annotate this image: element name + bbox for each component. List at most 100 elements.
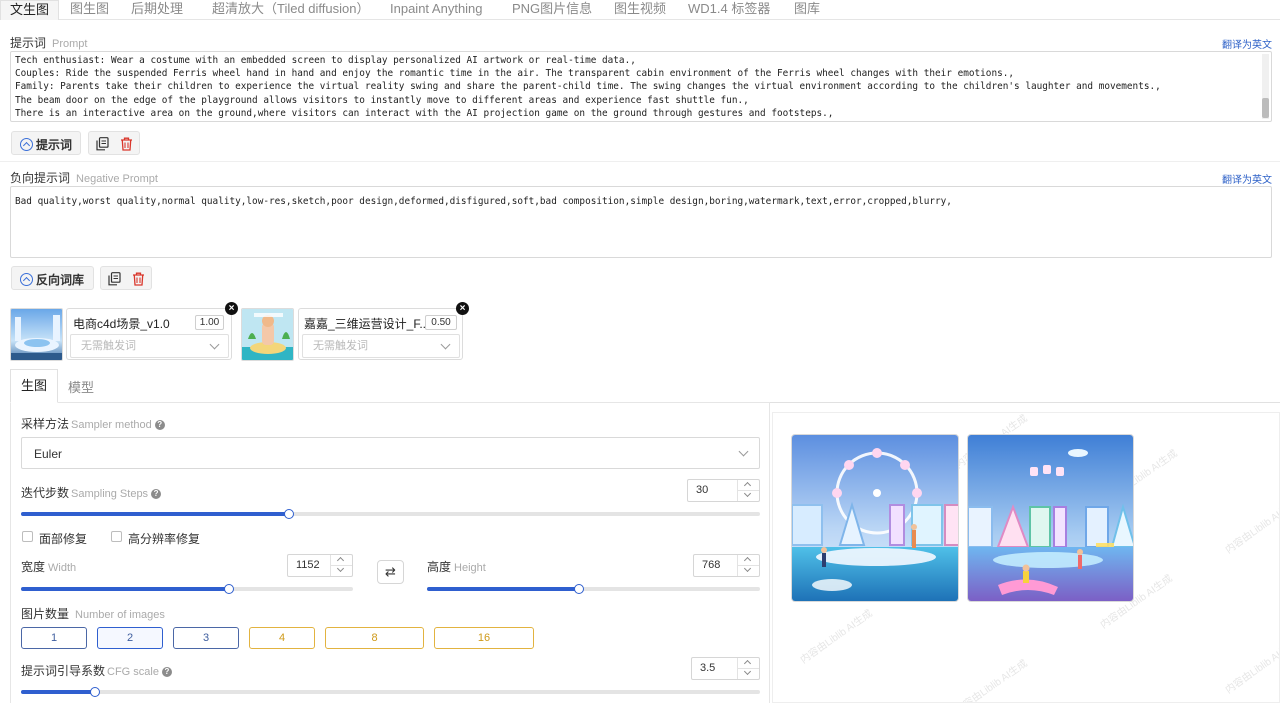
num-images-option-3[interactable]: 3 (173, 627, 239, 649)
prompt-scrollbar-thumb[interactable] (1262, 98, 1269, 118)
prompt-line: The beam door on the edge of the playgro… (15, 94, 749, 106)
tab-wd14-tagger[interactable]: WD1.4 标签器 (688, 0, 770, 19)
tab-img2video[interactable]: 图生视频 (614, 0, 666, 19)
hires-fix-checkbox[interactable] (111, 531, 122, 542)
settings-tab-model[interactable]: 模型 (68, 377, 94, 396)
steps-slider[interactable] (21, 509, 760, 519)
width-label-en: Width (48, 562, 77, 574)
height-slider-handle[interactable] (573, 584, 584, 594)
lora-trigger-placeholder: 无需触发词 (313, 340, 368, 352)
num-images-option-8[interactable]: 8 (325, 627, 424, 649)
cfg-slider[interactable] (21, 687, 760, 697)
stepper-down-icon[interactable] (738, 564, 759, 575)
tab-inpaint-anything[interactable]: Inpaint Anything (390, 0, 483, 19)
lora-thumbnail[interactable] (241, 308, 294, 361)
stepper-down-icon[interactable] (738, 667, 759, 678)
stepper-down-icon[interactable] (738, 489, 759, 500)
lora-card: 电商c4d场景_v1.0 1.00 无需触发词 (66, 308, 232, 360)
cfg-stepper[interactable] (737, 658, 759, 679)
close-icon[interactable]: × (456, 302, 469, 315)
steps-label: 迭代步数 Sampling Steps? (21, 484, 162, 501)
num-images-option-2[interactable]: 2 (97, 627, 163, 649)
stepper-up-icon[interactable] (738, 480, 759, 490)
generated-image[interactable] (967, 434, 1134, 602)
steps-input[interactable]: 30 (687, 479, 760, 502)
chevron-down-icon (209, 339, 220, 350)
num-images-option-4[interactable]: 4 (249, 627, 315, 649)
steps-label-cn: 迭代步数 (21, 486, 70, 500)
steps-slider-handle[interactable] (283, 509, 294, 519)
prompt-line: Family: Parents take their children to e… (15, 81, 1161, 93)
num-images-label-en: Number of images (75, 609, 165, 621)
negative-textarea[interactable]: Bad quality,worst quality,normal quality… (10, 186, 1272, 258)
lora-name: 电商c4d场景_v1.0 (73, 317, 170, 331)
swap-dimensions-button[interactable]: ⇄ (377, 560, 404, 584)
tab-png-info[interactable]: PNG图片信息 (512, 0, 592, 19)
tab-gallery[interactable]: 图库 (794, 0, 820, 19)
divider (0, 161, 1280, 162)
height-value: 768 (702, 559, 721, 571)
width-slider-fill (21, 587, 229, 591)
cfg-slider-handle[interactable] (89, 687, 100, 697)
tab-img2img[interactable]: 图生图 (70, 0, 109, 19)
lora-card: 嘉嘉_三维运营设计_F... 0.50 无需触发词 (298, 308, 463, 360)
steps-label-en: Sampling Steps (71, 488, 149, 500)
prompt-scrollbar[interactable] (1262, 54, 1269, 119)
stepper-down-icon[interactable] (331, 564, 352, 575)
stepper-up-icon[interactable] (331, 555, 352, 565)
generated-image-content (968, 435, 1133, 601)
copy-icon[interactable] (96, 137, 109, 151)
prompt-label-en: Prompt (52, 38, 88, 50)
close-icon[interactable]: × (225, 302, 238, 315)
cfg-input[interactable]: 3.5 (691, 657, 760, 680)
top-tab-bar: 文生图 图生图 后期处理 超清放大（Tiled diffusion） Inpai… (0, 0, 1280, 20)
watermark-text: 内容由Liblib AI生成 (798, 608, 875, 667)
height-slider[interactable] (427, 584, 760, 594)
prompt-label-cn: 提示词 (10, 36, 47, 50)
width-stepper[interactable] (330, 555, 352, 576)
width-slider[interactable] (21, 584, 353, 594)
help-icon[interactable]: ? (154, 419, 165, 430)
tab-tiled-diffusion[interactable]: 超清放大（Tiled diffusion） (212, 0, 370, 19)
lora-weight-input[interactable]: 1.00 (195, 315, 224, 330)
tab-postprocess[interactable]: 后期处理 (131, 0, 183, 19)
stepper-up-icon[interactable] (738, 555, 759, 565)
copy-icon[interactable] (108, 272, 121, 286)
lora-trigger-select[interactable]: 无需触发词 (70, 334, 229, 358)
prompt-translate-link[interactable]: 翻译为英文 (1222, 36, 1272, 51)
help-icon[interactable]: ? (161, 666, 172, 677)
tab-txt2img[interactable]: 文生图 (0, 0, 60, 20)
steps-slider-fill (21, 512, 289, 516)
stepper-up-icon[interactable] (738, 658, 759, 668)
prompt-library-button[interactable]: 提示词 (11, 131, 81, 155)
lora-weight-input[interactable]: 0.50 (425, 315, 457, 330)
negative-translate-link[interactable]: 翻译为英文 (1222, 171, 1272, 186)
prompt-line: Couples: Ride the suspended Ferris wheel… (15, 68, 1015, 80)
height-stepper[interactable] (737, 555, 759, 576)
trash-icon[interactable] (120, 137, 133, 151)
prompt-textarea[interactable]: Tech enthusiast: Wear a costume with an … (10, 51, 1272, 122)
settings-tab-generate[interactable]: 生图 (10, 369, 58, 403)
trash-icon[interactable] (132, 272, 145, 286)
lora-trigger-placeholder: 无需触发词 (81, 340, 136, 352)
help-icon[interactable]: ? (151, 488, 162, 499)
width-input[interactable]: 1152 (287, 554, 353, 577)
output-gallery: 内容由Liblib AI生成 内容由Liblib AI生成 内容由Liblib … (772, 412, 1280, 703)
sampler-select[interactable]: Euler (21, 437, 760, 469)
height-input[interactable]: 768 (693, 554, 760, 577)
num-images-option-1[interactable]: 1 (21, 627, 87, 649)
swap-icon: ⇄ (385, 564, 396, 579)
negative-label-en: Negative Prompt (76, 173, 158, 185)
lora-thumbnail[interactable] (10, 308, 63, 361)
lora-thumbnail-image (11, 309, 62, 360)
face-restore-checkbox[interactable] (22, 531, 33, 542)
negative-library-label: 反向词库 (36, 273, 85, 287)
steps-stepper[interactable] (737, 480, 759, 501)
cfg-label: 提示词引导系数 CFG scale? (21, 662, 172, 679)
num-images-option-16[interactable]: 16 (434, 627, 534, 649)
lora-trigger-select[interactable]: 无需触发词 (302, 334, 460, 358)
width-slider-handle[interactable] (223, 584, 234, 594)
negative-actions-group (100, 266, 152, 290)
generated-image[interactable] (791, 434, 959, 602)
negative-library-button[interactable]: 反向词库 (11, 266, 94, 290)
